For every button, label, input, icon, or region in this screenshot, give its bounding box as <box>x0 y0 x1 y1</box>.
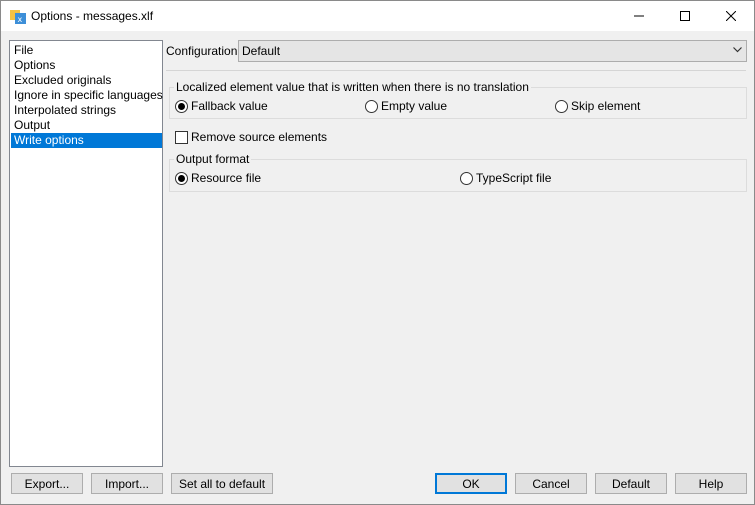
radio-indicator <box>365 99 378 113</box>
typescript-file-radio[interactable]: TypeScript file <box>460 171 551 185</box>
radio-indicator <box>460 171 473 185</box>
no-translation-group-title: Localized element value that is written … <box>174 80 531 94</box>
close-button[interactable] <box>708 1 754 31</box>
import-button[interactable]: Import... <box>91 473 163 494</box>
window-title: Options - messages.xlf <box>31 9 154 23</box>
minimize-icon <box>634 15 644 17</box>
tree-item-options[interactable]: Options <box>11 58 162 73</box>
configuration-label: Configuration: <box>166 44 241 58</box>
title-bar: x Options - messages.xlf <box>1 1 754 31</box>
cancel-button[interactable]: Cancel <box>515 473 587 494</box>
default-button[interactable]: Default <box>595 473 667 494</box>
chevron-down-icon <box>733 47 742 53</box>
maximize-icon <box>680 11 690 21</box>
separator <box>166 70 746 71</box>
help-button[interactable]: Help <box>675 473 747 494</box>
tree-item-interpolated-strings[interactable]: Interpolated strings <box>11 103 162 118</box>
resource-file-radio[interactable]: Resource file <box>175 171 261 185</box>
ok-button[interactable]: OK <box>435 473 507 494</box>
maximize-button[interactable] <box>662 1 708 31</box>
category-tree[interactable]: File Options Excluded originals Ignore i… <box>9 40 163 467</box>
export-button[interactable]: Export... <box>11 473 83 494</box>
radio-indicator <box>555 99 568 113</box>
options-dialog: x Options - messages.xlf File Options Ex… <box>0 0 755 505</box>
tree-item-excluded-originals[interactable]: Excluded originals <box>11 73 162 88</box>
configuration-dropdown[interactable]: Default <box>238 40 747 62</box>
svg-text:x: x <box>18 15 23 24</box>
radio-indicator <box>175 99 188 113</box>
minimize-button[interactable] <box>616 1 662 31</box>
app-icon: x <box>10 8 26 24</box>
radio-indicator <box>175 171 188 185</box>
fallback-value-radio[interactable]: Fallback value <box>175 99 268 113</box>
tree-item-ignore-languages[interactable]: Ignore in specific languages <box>11 88 163 103</box>
output-format-group-title: Output format <box>174 152 252 166</box>
empty-value-radio[interactable]: Empty value <box>365 99 447 113</box>
close-icon <box>726 11 736 21</box>
checkbox-indicator <box>175 130 188 144</box>
configuration-value: Default <box>242 44 281 58</box>
tree-item-output[interactable]: Output <box>11 118 162 133</box>
tree-item-write-options[interactable]: Write options <box>11 133 162 148</box>
tree-item-file[interactable]: File <box>11 43 162 58</box>
remove-source-checkbox[interactable]: Remove source elements <box>175 130 327 144</box>
skip-element-radio[interactable]: Skip element <box>555 99 640 113</box>
set-all-default-button[interactable]: Set all to default <box>171 473 273 494</box>
